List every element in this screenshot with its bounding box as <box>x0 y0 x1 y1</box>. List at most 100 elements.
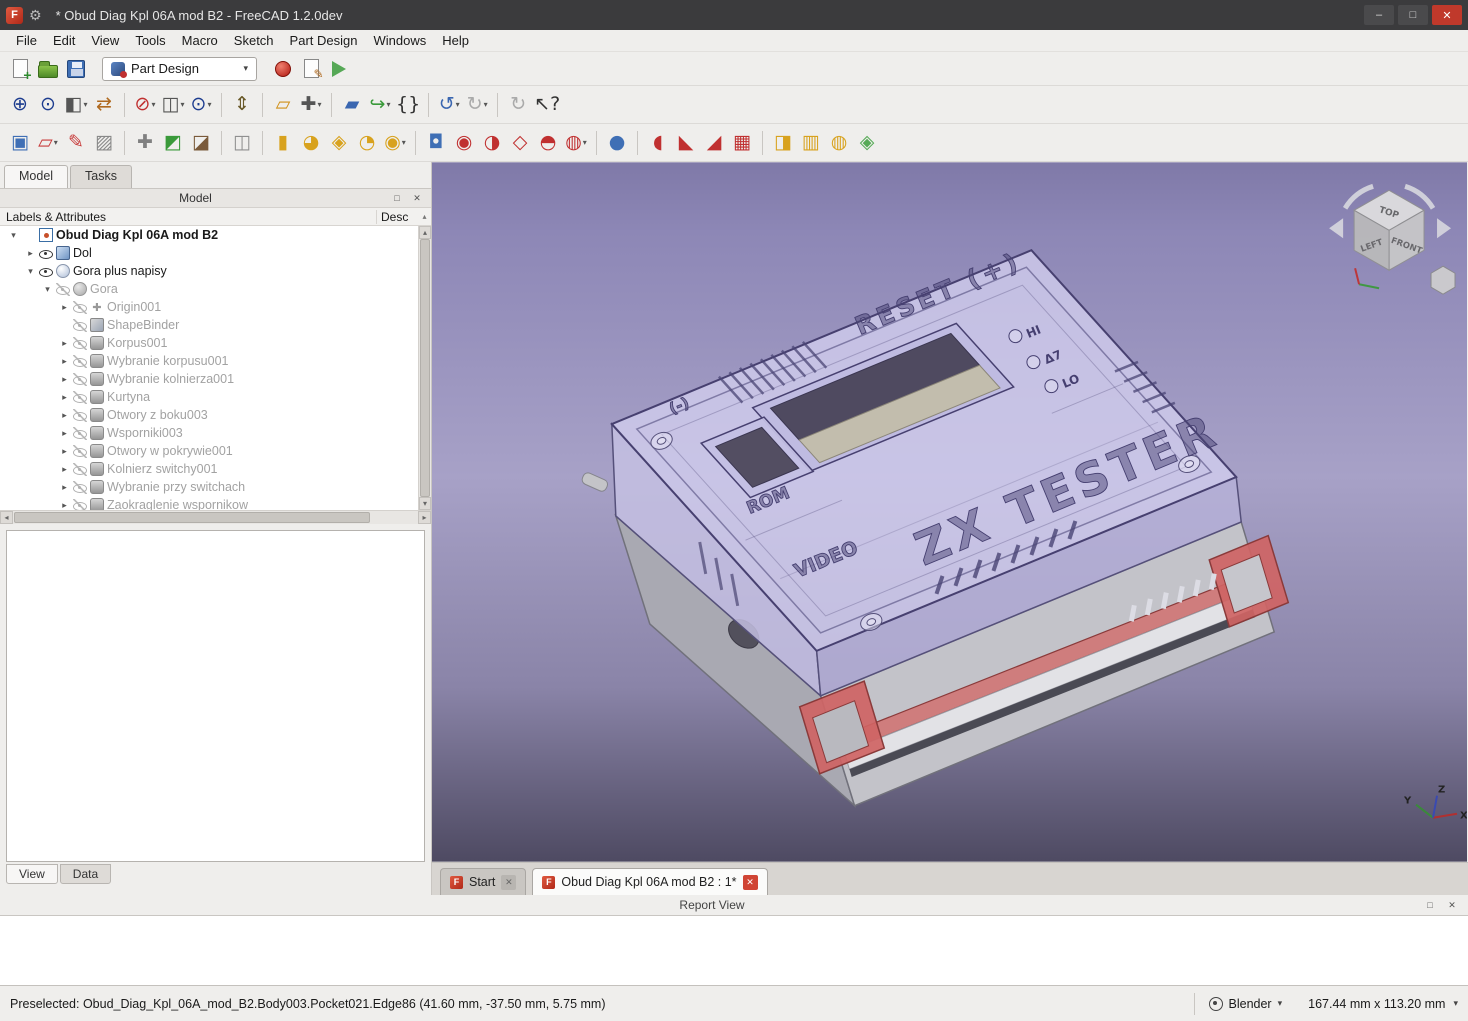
expand-arrow-icon[interactable] <box>42 284 53 295</box>
subtractive-helix-button[interactable]: ◍ <box>562 129 590 157</box>
scroll-left-icon[interactable] <box>0 511 13 524</box>
tree-item[interactable]: ShapeBinder <box>0 316 418 334</box>
menu-help[interactable]: Help <box>434 31 477 50</box>
sub-shape-binder-button[interactable]: ◪ <box>187 129 215 157</box>
visibility-eye-icon[interactable] <box>73 409 87 422</box>
scroll-up-icon[interactable] <box>418 212 431 221</box>
navigation-style-selector[interactable]: Blender <box>1194 993 1283 1015</box>
tab-start[interactable]: Start <box>440 868 526 895</box>
3d-viewport[interactable]: (-) RESET (+) ROM VIDEO ZX TESTER HI Δ7 … <box>432 162 1468 862</box>
sync-view-button[interactable]: ⇄ <box>90 91 118 119</box>
dropdown-arrow-icon[interactable] <box>402 138 406 147</box>
refresh-button[interactable]: ↻ <box>504 91 532 119</box>
expand-arrow-icon[interactable] <box>59 356 70 367</box>
mirrored-button[interactable]: ◨ <box>769 129 797 157</box>
thickness-button[interactable]: ▦ <box>728 129 756 157</box>
draft-button[interactable]: ◢ <box>700 129 728 157</box>
tab-view[interactable]: View <box>6 864 58 884</box>
chevron-down-icon[interactable] <box>1453 998 1458 1009</box>
float-panel-button[interactable] <box>1422 898 1438 912</box>
maximize-button[interactable] <box>1398 5 1428 25</box>
multitransform-button[interactable]: ◈ <box>853 129 881 157</box>
tab-close-button[interactable] <box>743 875 758 890</box>
tree-item[interactable]: Obud Diag Kpl 06A mod B2 <box>0 226 418 244</box>
zoom-tools-button[interactable]: ⊙ <box>187 91 215 119</box>
tree-vertical-scrollbar[interactable] <box>418 226 431 510</box>
visibility-eye-icon[interactable] <box>73 445 87 458</box>
tree-item[interactable]: Wybranie przy switchach <box>0 478 418 496</box>
visibility-eye-icon[interactable] <box>56 283 70 296</box>
tree-item[interactable]: Gora <box>0 280 418 298</box>
subtractive-pipe-button[interactable]: ◓ <box>534 129 562 157</box>
minimize-button[interactable] <box>1364 5 1394 25</box>
expand-arrow-icon[interactable] <box>59 410 70 421</box>
expand-arrow-icon[interactable] <box>59 500 70 511</box>
create-sketch-button[interactable]: ▱ <box>34 129 62 157</box>
fit-all-button[interactable]: ⊕ <box>6 91 34 119</box>
visibility-eye-icon[interactable] <box>73 391 87 404</box>
tree-item[interactable]: Kurtyna <box>0 388 418 406</box>
tree-item[interactable]: Origin001 <box>0 298 418 316</box>
pad-button[interactable]: ▮ <box>269 129 297 157</box>
close-button[interactable] <box>1432 5 1462 25</box>
visibility-eye-icon[interactable] <box>73 499 87 511</box>
float-panel-button[interactable] <box>389 191 405 205</box>
visibility-eye-icon[interactable] <box>73 319 87 332</box>
menu-tools[interactable]: Tools <box>127 31 173 50</box>
clone-button[interactable]: ◫ <box>228 129 256 157</box>
dropdown-arrow-icon[interactable] <box>83 100 87 109</box>
redo-button[interactable]: ↻ <box>463 91 491 119</box>
expand-arrow-icon[interactable] <box>59 446 70 457</box>
revolution-button[interactable]: ◕ <box>297 129 325 157</box>
link-button[interactable]: ↪ <box>366 91 394 119</box>
open-document-button[interactable] <box>34 55 62 83</box>
menu-sketch[interactable]: Sketch <box>226 31 282 50</box>
visibility-eye-icon[interactable] <box>39 247 53 260</box>
menu-part-design[interactable]: Part Design <box>282 31 366 50</box>
dropdown-arrow-icon[interactable] <box>207 100 211 109</box>
dropdown-arrow-icon[interactable] <box>180 100 184 109</box>
create-datum-button[interactable]: ✚ <box>131 129 159 157</box>
tree-item[interactable]: Wybranie kolnierza001 <box>0 370 418 388</box>
macro-edit-button[interactable] <box>297 55 325 83</box>
polar-pattern-button[interactable]: ◍ <box>825 129 853 157</box>
whatsthis-button[interactable]: ↖? <box>532 91 562 119</box>
close-panel-button[interactable] <box>1444 898 1460 912</box>
draw-style-button[interactable]: ◫ <box>159 91 187 119</box>
map-sketch-button[interactable]: ▨ <box>90 129 118 157</box>
tree-item[interactable]: Wsporniki003 <box>0 424 418 442</box>
scrollbar-thumb[interactable] <box>420 239 430 497</box>
visibility-eye-icon[interactable] <box>73 373 87 386</box>
dropdown-arrow-icon[interactable] <box>484 100 488 109</box>
visibility-eye-icon[interactable] <box>73 301 87 314</box>
shape-binder-button[interactable]: ◩ <box>159 129 187 157</box>
tree-item[interactable]: Dol <box>0 244 418 262</box>
clip-plane-button[interactable]: ⊘ <box>131 91 159 119</box>
tab-model[interactable]: Model <box>4 165 68 188</box>
close-panel-button[interactable] <box>409 191 425 205</box>
edit-sketch-button[interactable]: ✎ <box>62 129 90 157</box>
scrollbar-thumb[interactable] <box>14 512 370 523</box>
expression-button[interactable]: {} <box>394 91 422 119</box>
visibility-eye-icon[interactable] <box>73 427 87 440</box>
save-document-button[interactable] <box>62 55 90 83</box>
visibility-eye-icon[interactable] <box>73 481 87 494</box>
linear-pattern-button[interactable]: ▥ <box>797 129 825 157</box>
menu-windows[interactable]: Windows <box>365 31 434 50</box>
tab-document[interactable]: Obud Diag Kpl 06A mod B2 : 1* <box>532 868 767 895</box>
boolean-button[interactable]: ● <box>603 129 631 157</box>
macro-play-button[interactable] <box>325 55 353 83</box>
expand-arrow-icon[interactable] <box>59 428 70 439</box>
additive-pipe-button[interactable]: ◔ <box>353 129 381 157</box>
workbench-selector[interactable]: Part Design <box>102 57 257 81</box>
visibility-eye-icon[interactable] <box>73 463 87 476</box>
expand-arrow-icon[interactable] <box>25 266 36 277</box>
tab-tasks[interactable]: Tasks <box>70 165 132 188</box>
tree-horizontal-scrollbar[interactable] <box>0 510 431 524</box>
visibility-eye-icon[interactable] <box>39 265 53 278</box>
visibility-eye-icon[interactable] <box>73 355 87 368</box>
expand-arrow-icon[interactable] <box>59 482 70 493</box>
visibility-eye-icon[interactable] <box>73 337 87 350</box>
view-cube-button[interactable]: ◧ <box>62 91 90 119</box>
macro-record-button[interactable] <box>269 55 297 83</box>
